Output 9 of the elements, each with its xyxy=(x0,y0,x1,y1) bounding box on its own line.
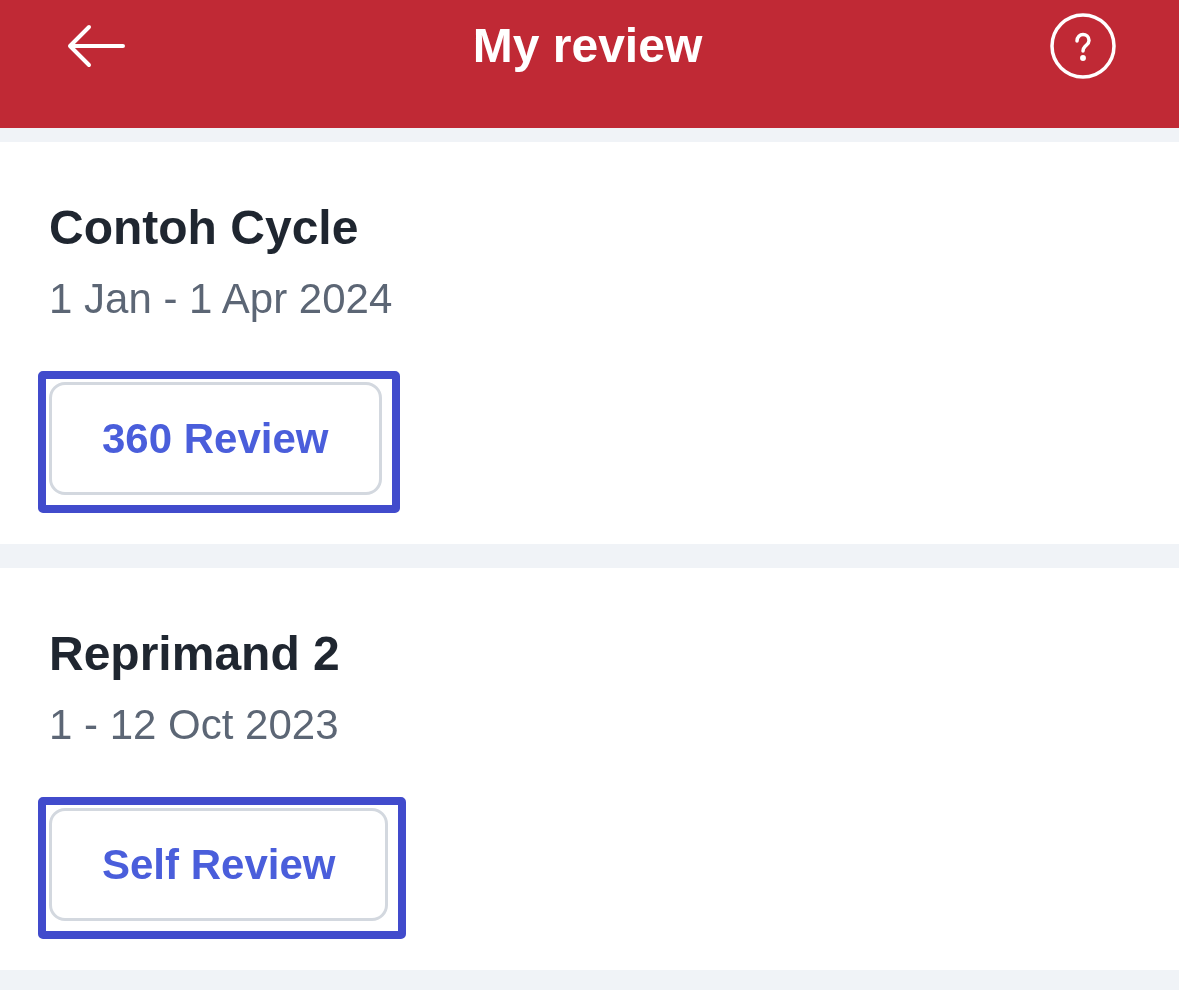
page-title: My review xyxy=(472,18,703,74)
review-button[interactable]: 360 Review xyxy=(49,382,382,495)
review-button[interactable]: Self Review xyxy=(49,808,389,921)
back-arrow-icon[interactable] xyxy=(67,24,125,68)
help-icon[interactable] xyxy=(1050,13,1116,79)
cycle-dates: 1 - 12 Oct 2023 xyxy=(49,700,339,750)
cycle-dates: 1 Jan - 1 Apr 2024 xyxy=(49,274,393,324)
cycle-title: Contoh Cycle xyxy=(49,200,359,256)
cycle-title: Reprimand 2 xyxy=(49,626,340,682)
